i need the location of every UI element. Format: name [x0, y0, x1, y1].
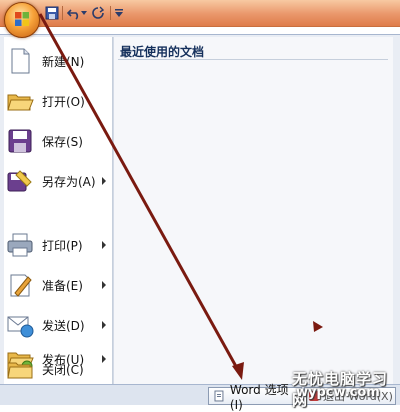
open-folder-icon [7, 94, 34, 111]
prepare-pen-icon [10, 274, 32, 297]
menu-item-close[interactable]: 关闭(C) [4, 349, 112, 389]
recent-documents-panel: 最近使用的文档 [113, 37, 393, 389]
menu-item-new[interactable]: 新建(N) [4, 41, 112, 81]
command-list: 新建(N) 打开(O) 保存(S) 另存为(A) 打印(P) 准备(E) 发送(… [4, 37, 113, 389]
watermark-url: wypcw.com [296, 385, 380, 400]
submenu-arrow-icon [102, 281, 106, 289]
menu-item-label: 新建(N) [42, 54, 85, 69]
close-folder-icon [7, 362, 33, 379]
office-menu: 新建(N) 打开(O) 保存(S) 另存为(A) 打印(P) 准备(E) 发送(… [0, 34, 400, 391]
menu-item-print[interactable]: 打印(P) [4, 225, 112, 265]
menu-item-save-as[interactable]: 另存为(A) [4, 161, 112, 201]
menu-item-open[interactable]: 打开(O) [4, 81, 112, 121]
new-document-icon [11, 48, 30, 74]
divider [118, 59, 388, 60]
menu-item-label: 打印(P) [42, 238, 83, 253]
office-button[interactable] [4, 2, 40, 38]
menu-item-label: 打开(O) [42, 94, 85, 109]
submenu-arrow-icon [102, 321, 106, 329]
menu-item-label: 关闭(C) [42, 362, 84, 377]
menu-item-save[interactable]: 保存(S) [4, 121, 112, 161]
options-document-icon [214, 390, 224, 402]
menu-item-label: 发送(D) [42, 318, 85, 333]
word-options-label: Word 选项(I) [229, 382, 289, 412]
toolbar-separator [62, 6, 63, 20]
menu-item-label: 保存(S) [42, 134, 83, 149]
undo-dropdown-icon[interactable] [80, 5, 88, 21]
quick-access-toolbar [0, 0, 400, 27]
redo-icon[interactable] [90, 5, 106, 21]
word-options-button[interactable]: Word 选项(I) [208, 383, 302, 412]
menu-item-label: 准备(E) [42, 278, 83, 293]
recent-documents-title: 最近使用的文档 [120, 45, 205, 59]
office-logo-icon [15, 12, 29, 26]
save-icon[interactable] [44, 5, 60, 21]
submenu-arrow-icon [102, 177, 106, 185]
menu-item-label: 另存为(A) [42, 174, 96, 189]
save-disk-icon [8, 129, 32, 153]
submenu-arrow-icon [102, 241, 106, 249]
send-icon [7, 316, 34, 338]
toolbar-separator [110, 6, 111, 20]
menu-item-prepare[interactable]: 准备(E) [4, 265, 112, 305]
printer-icon [7, 233, 33, 257]
save-as-icon [7, 170, 32, 192]
customize-toolbar-icon[interactable] [114, 5, 124, 21]
